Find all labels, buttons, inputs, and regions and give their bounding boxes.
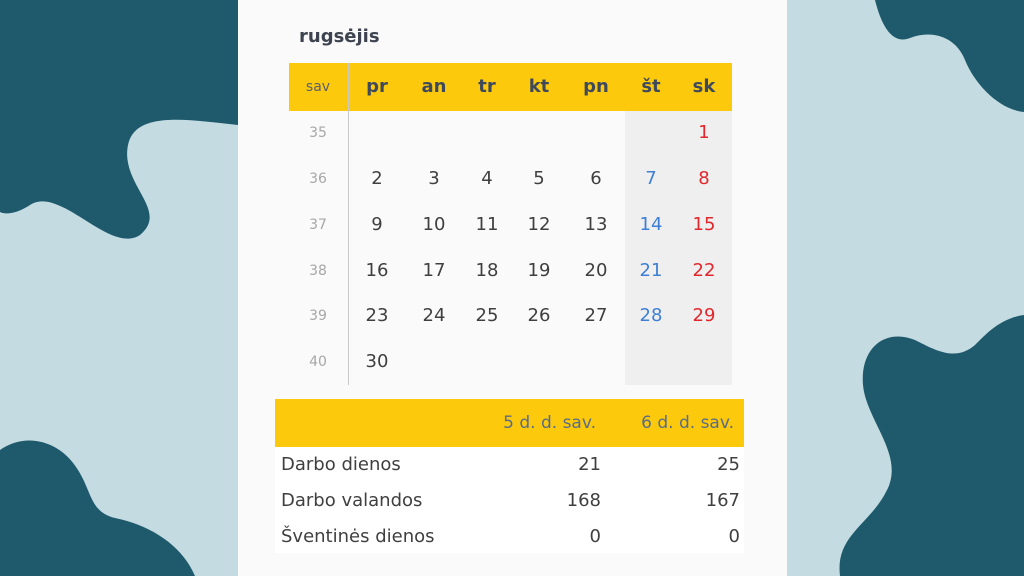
summary-value-5day: 21 (578, 454, 601, 475)
day-header-sat: št (641, 76, 661, 97)
calendar-day-wed[interactable]: 11 (467, 214, 507, 235)
day-header-thu: kt (528, 76, 550, 97)
week-number-header: sav (305, 79, 331, 95)
calendar-day-thu[interactable]: 5 (519, 168, 559, 189)
day-header-mon: pr (366, 76, 388, 97)
week-number: 35 (309, 125, 327, 141)
calendar-day-fri[interactable]: 13 (576, 214, 616, 235)
weekend-column-shade (625, 111, 732, 385)
day-header-fri: pn (583, 76, 609, 97)
day-header-tue: an (421, 76, 447, 97)
day-header-wed: tr (478, 76, 496, 97)
calendar-day-thu[interactable]: 26 (519, 305, 559, 326)
summary-value-6day: 25 (717, 454, 740, 475)
summary-value-5day: 168 (566, 490, 601, 511)
calendar-day-fri[interactable]: 20 (576, 260, 616, 281)
calendar-day-mon[interactable]: 16 (357, 260, 397, 281)
day-header-sun: sk (692, 76, 716, 97)
summary-col-5day: 5 d. d. sav. (503, 413, 596, 433)
calendar-day-mon[interactable]: 23 (357, 305, 397, 326)
calendar-day-fri[interactable]: 27 (576, 305, 616, 326)
week-number: 36 (309, 171, 327, 187)
calendar-day-tue[interactable]: 24 (414, 305, 454, 326)
summary-value-6day: 0 (728, 526, 740, 547)
blob-top-left (0, 0, 238, 239)
blob-bottom-left (0, 440, 195, 576)
calendar-day-sun[interactable]: 29 (684, 305, 724, 326)
week-number-divider (348, 63, 349, 385)
summary-value-5day: 0 (589, 526, 601, 547)
week-number: 39 (309, 308, 327, 324)
summary-row-label: Darbo dienos (281, 454, 401, 475)
summary-value-6day: 167 (705, 490, 740, 511)
summary-row-holidays: Šventinės dienos 0 0 (275, 519, 744, 555)
calendar-day-mon[interactable]: 9 (357, 214, 397, 235)
summary-row-work-days: Darbo dienos 21 25 (275, 447, 744, 483)
calendar-day-mon[interactable]: 2 (357, 168, 397, 189)
calendar-day-sat[interactable]: 21 (631, 260, 671, 281)
week-number: 40 (309, 354, 327, 370)
calendar-day-fri[interactable]: 6 (576, 168, 616, 189)
calendar-day-tue[interactable]: 10 (414, 214, 454, 235)
blob-bottom-right (839, 315, 1024, 576)
calendar-day-tue[interactable]: 3 (414, 168, 454, 189)
calendar-day-sat[interactable]: 14 (631, 214, 671, 235)
calendar-day-sun[interactable]: 8 (684, 168, 724, 189)
week-number: 38 (309, 263, 327, 279)
summary-header: 5 d. d. sav. 6 d. d. sav. (275, 399, 744, 447)
week-number: 37 (309, 217, 327, 233)
summary-table: Darbo dienos 21 25 Darbo valandos 168 16… (275, 447, 744, 553)
calendar-day-sun[interactable]: 15 (684, 214, 724, 235)
calendar-header: sav pr an tr kt pn št sk (289, 63, 732, 111)
calendar-day-sun[interactable]: 22 (684, 260, 724, 281)
calendar-day-tue[interactable]: 17 (414, 260, 454, 281)
summary-row-label: Šventinės dienos (281, 526, 435, 547)
blob-top-right (787, 0, 1024, 112)
calendar-day-wed[interactable]: 4 (467, 168, 507, 189)
calendar-day-wed[interactable]: 25 (467, 305, 507, 326)
summary-row-work-hours: Darbo valandos 168 167 (275, 483, 744, 519)
calendar-day-sun[interactable]: 1 (684, 122, 724, 143)
summary-col-6day: 6 d. d. sav. (641, 413, 734, 433)
calendar-day-thu[interactable]: 19 (519, 260, 559, 281)
summary-row-label: Darbo valandos (281, 490, 423, 511)
month-title: rugsėjis (299, 26, 380, 47)
calendar-day-sat[interactable]: 7 (631, 168, 671, 189)
calendar-day-mon[interactable]: 30 (357, 351, 397, 372)
calendar-day-wed[interactable]: 18 (467, 260, 507, 281)
calendar-day-sat[interactable]: 28 (631, 305, 671, 326)
calendar-day-thu[interactable]: 12 (519, 214, 559, 235)
